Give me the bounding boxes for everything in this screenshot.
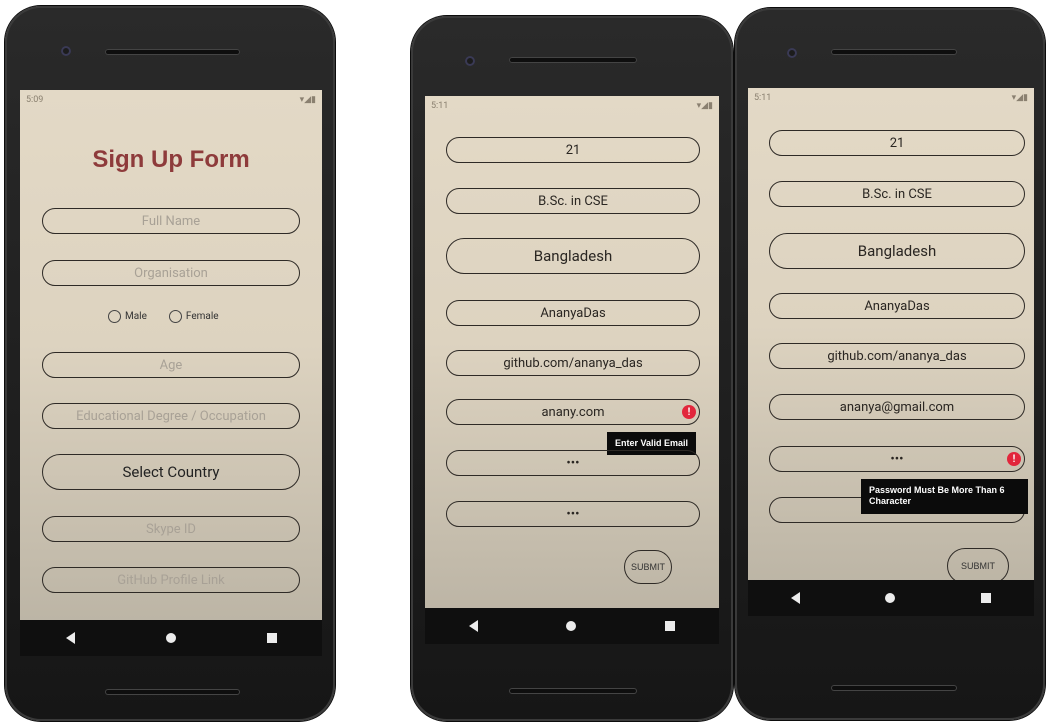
screen: 5:09 ▾◢▮ Sign Up Form Full Name Organisa… — [20, 90, 322, 656]
country-select[interactable]: Select Country — [42, 454, 300, 490]
back-icon[interactable] — [469, 620, 479, 632]
android-nav-bar — [748, 580, 1034, 616]
signal-icons: ▾◢▮ — [696, 101, 713, 111]
password-error-tooltip: Password Must Be More Than 6 Character — [861, 479, 1028, 514]
signal-icons: ▾◢▮ — [299, 95, 316, 105]
password-input[interactable]: ••• — [769, 446, 1025, 472]
skype-input[interactable]: Skype ID — [42, 516, 300, 542]
skype-input[interactable]: AnanyaDas — [769, 293, 1025, 319]
full-name-input[interactable]: Full Name — [42, 208, 300, 234]
status-time: 5:11 — [754, 93, 772, 103]
github-input[interactable]: github.com/ananya_das — [446, 350, 700, 376]
error-icon: ! — [1007, 452, 1021, 466]
age-input[interactable]: Age — [42, 352, 300, 378]
bottom-speaker — [831, 685, 957, 691]
phone-signup-empty: 5:09 ▾◢▮ Sign Up Form Full Name Organisa… — [5, 6, 335, 721]
status-bar: 5:11 ▾◢▮ — [425, 96, 719, 118]
bottom-speaker — [509, 688, 637, 694]
status-time: 5:11 — [431, 101, 449, 111]
gender-radio-group: Male Female — [108, 310, 241, 323]
education-input[interactable]: Educational Degree / Occupation — [42, 403, 300, 429]
education-input[interactable]: B.Sc. in CSE — [446, 188, 700, 214]
confirm-password-input[interactable]: ••• — [446, 501, 700, 527]
female-label: Female — [185, 311, 219, 322]
github-input[interactable]: github.com/ananya_das — [769, 343, 1025, 369]
email-input[interactable]: ananya@gmail.com — [769, 394, 1025, 420]
back-icon[interactable] — [790, 592, 800, 604]
age-input[interactable]: 21 — [769, 130, 1025, 156]
front-camera-icon — [787, 48, 797, 58]
submit-button[interactable]: SUBMIT — [624, 550, 672, 584]
password-input[interactable]: ••• — [446, 450, 700, 476]
speaker-grille — [105, 49, 240, 55]
front-camera-icon — [465, 56, 475, 66]
male-label: Male — [125, 311, 147, 322]
phone-email-error: 5:11 ▾◢▮ 21 B.Sc. in CSE Bangladesh Anan… — [411, 16, 733, 721]
country-select[interactable]: Bangladesh — [769, 233, 1025, 269]
recents-icon[interactable] — [981, 593, 992, 603]
status-bar: 5:11 ▾◢▮ — [748, 88, 1034, 110]
error-icon: ! — [682, 405, 696, 419]
male-radio[interactable] — [108, 310, 121, 323]
status-time: 5:09 — [26, 95, 44, 105]
android-nav-bar — [425, 608, 719, 644]
education-input[interactable]: B.Sc. in CSE — [769, 181, 1025, 207]
screen: 5:11 ▾◢▮ 21 B.Sc. in CSE Bangladesh Anan… — [425, 96, 719, 644]
home-icon[interactable] — [165, 633, 176, 643]
screen: 5:11 ▾◢▮ 21 B.Sc. in CSE Bangladesh Anan… — [748, 88, 1034, 616]
skype-input[interactable]: AnanyaDas — [446, 300, 700, 326]
recents-icon[interactable] — [266, 633, 277, 643]
recents-icon[interactable] — [664, 621, 675, 631]
organisation-input[interactable]: Organisation — [42, 260, 300, 286]
signal-icons: ▾◢▮ — [1011, 93, 1028, 103]
email-input[interactable]: anany.com — [446, 399, 700, 425]
github-input[interactable]: GitHub Profile Link — [42, 567, 300, 593]
home-icon[interactable] — [566, 621, 577, 631]
page-title: Sign Up Form — [92, 146, 250, 173]
country-select[interactable]: Bangladesh — [446, 238, 700, 274]
status-bar: 5:09 ▾◢▮ — [20, 90, 322, 112]
bottom-speaker — [105, 689, 240, 695]
android-nav-bar — [20, 620, 322, 656]
submit-button[interactable]: SUBMIT — [947, 548, 1009, 584]
age-input[interactable]: 21 — [446, 137, 700, 163]
phone-password-error: 5:11 ▾◢▮ 21 B.Sc. in CSE Bangladesh Anan… — [735, 8, 1045, 720]
home-icon[interactable] — [885, 593, 896, 603]
back-icon[interactable] — [65, 632, 75, 644]
front-camera-icon — [61, 46, 71, 56]
speaker-grille — [831, 49, 957, 55]
speaker-grille — [509, 57, 637, 63]
female-radio[interactable] — [168, 310, 182, 323]
